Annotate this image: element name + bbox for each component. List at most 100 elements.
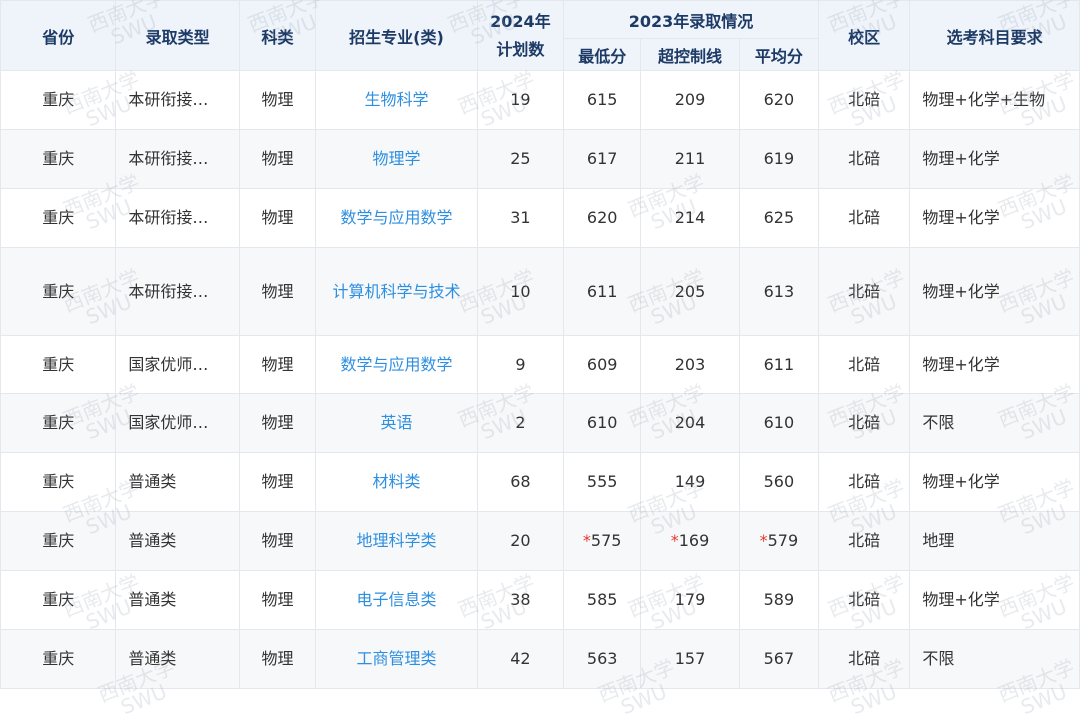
score-value: 169 [678,531,710,550]
cell-admission-type: 本研衔接… [115,129,240,189]
cell-major[interactable]: 地理科学类 [315,511,478,571]
cell-min-score: 617 [563,129,642,189]
major-link[interactable]: 生物科学 [364,90,428,109]
cell-plan: 19 [476,70,565,130]
star-mark: * [670,531,679,550]
cell-major[interactable]: 材料类 [315,452,478,512]
cell-subject-type: 物理 [238,452,317,512]
cell-avg-score: 620 [738,70,820,130]
cell-admission-type: 国家优师… [115,335,240,394]
star-mark: * [759,531,768,550]
cell-over-control: *169 [640,511,740,571]
cell-subject-type: 物理 [238,511,317,571]
col-header-requirements: 选考科目要求 [909,0,1080,71]
cell-province: 重庆 [0,335,117,394]
major-link[interactable]: 数学与应用数学 [340,355,452,374]
table-row: 重庆 本研衔接… 物理 物理学 25 617 211 619 北碚 物理+化学 [0,129,1080,189]
cell-avg-score: 560 [738,452,820,512]
cell-avg-score: 567 [738,629,820,689]
major-link[interactable]: 材料类 [372,472,420,491]
score-value: 579 [767,531,799,550]
major-link[interactable]: 电子信息类 [356,590,436,609]
col-header-admission-type: 录取类型 [115,0,240,71]
cell-subject-type: 物理 [238,335,317,394]
cell-campus: 北碚 [817,511,911,571]
cell-major[interactable]: 数学与应用数学 [315,188,478,248]
cell-province: 重庆 [0,570,117,630]
cell-province: 重庆 [0,247,117,336]
col-header-min-score: 最低分 [563,38,642,71]
cell-admission-type: 普通类 [115,511,240,571]
cell-avg-score: 625 [738,188,820,248]
cell-min-score: 555 [563,452,642,512]
table-row: 重庆 普通类 物理 工商管理类 42 563 157 567 北碚 不限 [0,629,1080,689]
cell-min-score: *575 [563,511,642,571]
cell-over-control: 157 [640,629,740,689]
cell-province: 重庆 [0,629,117,689]
cell-province: 重庆 [0,452,117,512]
cell-plan: 10 [476,247,565,336]
cell-avg-score: 589 [738,570,820,630]
col-header-subject-type: 科类 [238,0,317,71]
major-link[interactable]: 地理科学类 [356,531,436,550]
cell-plan: 9 [476,335,565,394]
cell-requirements: 物理+化学 [909,188,1080,248]
cell-plan: 31 [476,188,565,248]
major-link[interactable]: 计算机科学与技术 [332,282,460,301]
cell-over-control: 203 [640,335,740,394]
cell-major[interactable]: 数学与应用数学 [315,335,478,394]
cell-over-control: 209 [640,70,740,130]
col-header-campus: 校区 [817,0,911,71]
cell-major[interactable]: 物理学 [315,129,478,189]
col-group-2023: 2023年录取情况 [563,0,819,39]
col-header-avg-score: 平均分 [738,38,820,71]
cell-campus: 北碚 [817,570,911,630]
admission-table: 省份 录取类型 科类 招生专业(类) 2024年计划数 2023年录取情况 校区… [0,0,1080,689]
cell-min-score: 611 [563,247,642,336]
cell-requirements: 不限 [909,629,1080,689]
major-link[interactable]: 数学与应用数学 [340,208,452,227]
cell-min-score: 585 [563,570,642,630]
cell-admission-type: 普通类 [115,452,240,512]
cell-avg-score: 610 [738,393,820,453]
cell-admission-type: 本研衔接… [115,188,240,248]
cell-requirements: 物理+化学 [909,335,1080,394]
major-link[interactable]: 工商管理类 [356,649,436,668]
cell-campus: 北碚 [817,129,911,189]
cell-subject-type: 物理 [238,247,317,336]
table-row: 重庆 本研衔接… 物理 计算机科学与技术 10 611 205 613 北碚 物理+化学 [0,247,1080,336]
cell-min-score: 615 [563,70,642,130]
cell-province: 重庆 [0,511,117,571]
cell-subject-type: 物理 [238,188,317,248]
star-mark: * [582,531,591,550]
major-link[interactable]: 英语 [380,413,412,432]
major-link[interactable]: 物理学 [372,149,420,168]
cell-requirements: 不限 [909,393,1080,453]
cell-requirements: 物理+化学 [909,247,1080,336]
cell-avg-score: 619 [738,129,820,189]
cell-campus: 北碚 [817,247,911,336]
cell-plan: 68 [476,452,565,512]
cell-over-control: 179 [640,570,740,630]
cell-major[interactable]: 工商管理类 [315,629,478,689]
col-header-major: 招生专业(类) [315,0,478,71]
cell-subject-type: 物理 [238,393,317,453]
table-row: 重庆 本研衔接… 物理 数学与应用数学 31 620 214 625 北碚 物理+化学 [0,188,1080,248]
cell-campus: 北碚 [817,452,911,512]
cell-subject-type: 物理 [238,570,317,630]
cell-requirements: 物理+化学 [909,452,1080,512]
cell-plan: 25 [476,129,565,189]
cell-over-control: 149 [640,452,740,512]
table-row: 重庆 普通类 物理 电子信息类 38 585 179 589 北碚 物理+化学 [0,570,1080,630]
cell-avg-score: *579 [738,511,820,571]
cell-avg-score: 611 [738,335,820,394]
cell-major[interactable]: 生物科学 [315,70,478,130]
cell-min-score: 563 [563,629,642,689]
table-row: 重庆 国家优师… 物理 数学与应用数学 9 609 203 611 北碚 物理+化学 [0,335,1080,394]
cell-over-control: 211 [640,129,740,189]
cell-plan: 2 [476,393,565,453]
cell-major[interactable]: 电子信息类 [315,570,478,630]
cell-major[interactable]: 英语 [315,393,478,453]
table-row: 重庆 本研衔接… 物理 生物科学 19 615 209 620 北碚 物理+化学+生物 [0,70,1080,130]
cell-major[interactable]: 计算机科学与技术 [315,247,478,336]
